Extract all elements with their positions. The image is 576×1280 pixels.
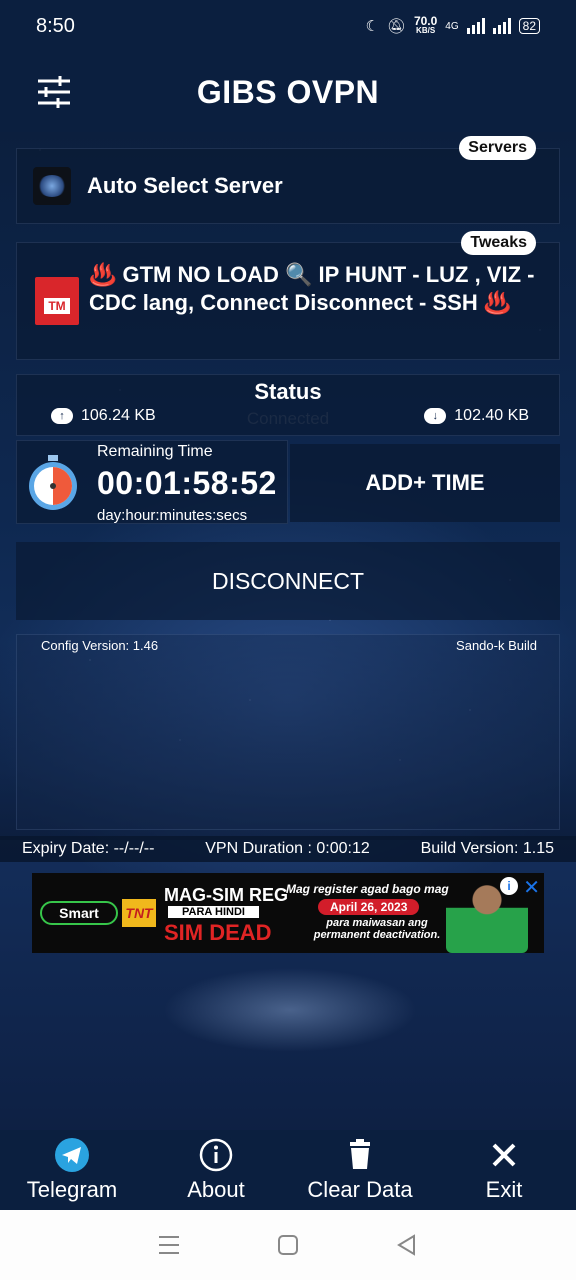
status-panel: Status Connected ↑ 106.24 KB ↓ 102.40 KB (16, 374, 560, 436)
status-icons: ☾ 🔕︎ 70.0 KB/S 4G 82 (365, 14, 540, 36)
ad-close-icon[interactable]: ✕ (523, 875, 540, 900)
bottom-navigation: Telegram About Clear Data Exit (0, 1130, 576, 1210)
battery-icon: 82 (518, 18, 540, 34)
remaining-time-label: Remaining Time (97, 443, 213, 460)
clock: 8:50 (36, 14, 75, 37)
build-label: Sando-k Build (456, 638, 537, 653)
nav-exit[interactable]: Exit (432, 1137, 576, 1203)
add-time-button[interactable]: ADD+ TIME (290, 444, 560, 522)
disconnect-button[interactable]: DISCONNECT (16, 542, 560, 620)
nav-about[interactable]: About (144, 1137, 288, 1203)
info-footer: Expiry Date: --/--/-- VPN Duration : 0:0… (0, 836, 576, 862)
upload-stat: ↑ 106.24 KB (51, 407, 156, 425)
ad-headline-red: SIM DEAD (164, 920, 272, 945)
config-version: Config Version: 1.46 (41, 638, 159, 653)
remaining-time-units: day:hour:minutes:secs (97, 507, 248, 524)
net-speed: 70.0 KB/S (413, 14, 438, 35)
ad-date: April 26, 2023 (318, 899, 420, 915)
ad-banner[interactable]: Smart TNT MAG-SIM REG PARA HINDI SIM DEA… (32, 873, 544, 953)
stopwatch-icon (29, 455, 77, 510)
ad-text-2: para maiwasan ang permanent deactivation… (313, 917, 441, 941)
tweak-selector[interactable]: TM ♨️ GTM NO LOAD 🔍 IP HUNT - LUZ , VIZ … (16, 242, 560, 360)
download-stat: ↓ 102.40 KB (424, 407, 529, 425)
mute-icon: 🔕︎ (386, 18, 406, 35)
ad-text: Mag register agad bago mag (286, 882, 449, 896)
ad-headline: MAG-SIM REG (164, 885, 288, 905)
app-header: GIBS OVPN (0, 52, 576, 132)
system-status-bar: 8:50 ☾ 🔕︎ 70.0 KB/S 4G 82 (0, 0, 576, 52)
tweak-name: ♨️ GTM NO LOAD 🔍 IP HUNT - LUZ , VIZ - C… (89, 262, 535, 315)
telegram-icon (54, 1137, 90, 1173)
smart-logo: Smart (40, 901, 118, 925)
cloud-upload-icon: ↑ (51, 408, 73, 424)
nav-telegram[interactable]: Telegram (0, 1137, 144, 1203)
signal-icon-2 (492, 18, 511, 34)
server-name: Auto Select Server (87, 173, 283, 198)
ad-info-icon[interactable]: i (500, 877, 518, 895)
ad-subheadline: PARA HINDI (168, 906, 259, 918)
signal-icon (466, 18, 485, 34)
server-logo (33, 167, 71, 205)
log-panel: Config Version: 1.46 Sando-k Build (16, 634, 560, 830)
recents-icon[interactable] (158, 1235, 180, 1255)
settings-sliders-icon[interactable] (36, 74, 72, 110)
system-navigation-bar (0, 1210, 576, 1280)
trash-icon (342, 1137, 378, 1173)
tnt-logo: TNT (122, 899, 156, 927)
tm-logo: TM (35, 277, 79, 325)
network-type: 4G (445, 20, 459, 32)
cloud-download-icon: ↓ (424, 408, 447, 424)
servers-pill[interactable]: Servers (459, 136, 536, 160)
moon-icon: ☾ (365, 18, 379, 35)
tweaks-pill[interactable]: Tweaks (461, 231, 536, 255)
vpn-duration: VPN Duration : 0:00:12 (205, 840, 370, 857)
status-title: Status (254, 379, 322, 404)
remaining-time-panel: Remaining Time 00:01:58:52 day:hour:minu… (16, 440, 288, 524)
close-icon (486, 1137, 522, 1173)
nav-clear-data[interactable]: Clear Data (288, 1137, 432, 1203)
info-icon (198, 1137, 234, 1173)
home-icon[interactable] (277, 1234, 299, 1256)
back-icon[interactable] (396, 1234, 418, 1256)
remaining-time-value: 00:01:58:52 (97, 465, 277, 501)
build-version: Build Version: 1.15 (420, 840, 554, 857)
app-title: GIBS OVPN (196, 73, 380, 110)
expiry-date: Expiry Date: --/--/-- (22, 840, 155, 857)
